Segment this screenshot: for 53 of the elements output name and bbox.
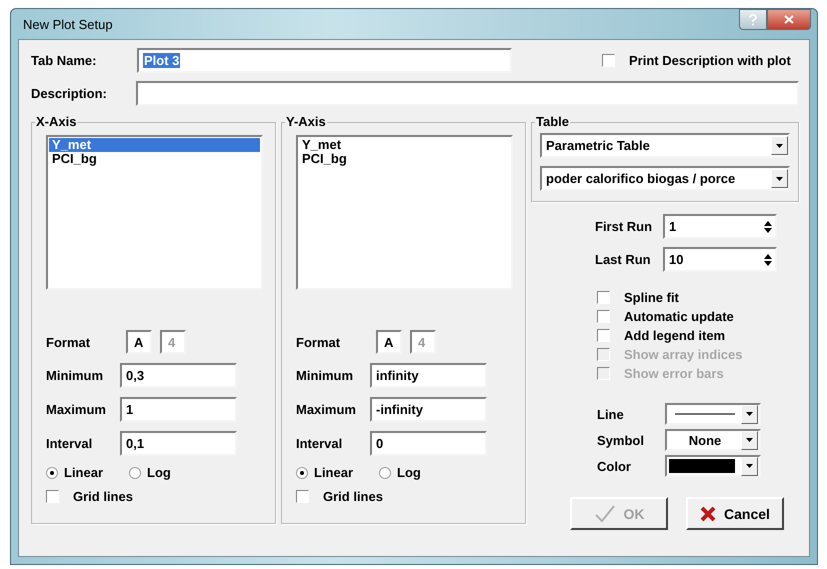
field-label: Symbol: [597, 432, 645, 448]
input-field[interactable]: 0: [370, 431, 487, 456]
dropdown[interactable]: poder calorifico biogas / porce: [540, 166, 790, 191]
list-item[interactable]: Y_met: [299, 138, 510, 152]
input-field[interactable]: 0,3: [120, 363, 237, 388]
radio-label: Log: [147, 465, 171, 480]
checkbox-label: Show error bars: [624, 366, 724, 381]
field-label: First Run: [595, 219, 654, 234]
format-field[interactable]: A: [126, 330, 152, 354]
field-label: Minimum: [296, 368, 354, 383]
field-label: Maximum: [46, 402, 107, 417]
checkbox-label: Grid lines: [323, 489, 383, 504]
list-item[interactable]: Y_met: [49, 138, 260, 152]
checkbox-label: Print Description with plot: [629, 53, 791, 68]
variable-list[interactable]: Y_met PCI_bg: [296, 135, 513, 290]
input-field[interactable]: 0,1: [120, 431, 237, 456]
checkbox-label: Show array indices: [624, 347, 742, 362]
field-label: Format: [46, 334, 92, 350]
radio-label: Linear: [64, 465, 104, 480]
field-label: Description:: [31, 86, 108, 101]
window-title: New Plot Setup: [23, 16, 114, 32]
radio-label: Linear: [314, 465, 354, 480]
group-title: X-Axis: [35, 114, 78, 129]
list-item[interactable]: PCI_bg: [299, 152, 510, 166]
checkbox-label: Automatic update: [624, 309, 734, 324]
checkbox-label: Spline fit: [624, 290, 679, 305]
spin-field[interactable]: 1: [663, 214, 777, 239]
symbol-dropdown[interactable]: None: [665, 429, 761, 451]
field-label: Format: [296, 334, 342, 350]
field-text: Plot 3: [143, 53, 180, 68]
variable-list[interactable]: Y_met PCI_bg: [46, 135, 263, 290]
group-title: Y-Axis: [285, 114, 327, 129]
field-label: Interval: [296, 436, 344, 451]
field-label: Tab Name:: [31, 53, 98, 68]
radio-label: Log: [397, 465, 421, 480]
spin-field[interactable]: 10: [663, 247, 777, 272]
input-field[interactable]: Plot 3: [137, 48, 512, 73]
input-field[interactable]: -infinity: [370, 397, 487, 422]
field-label: Line: [597, 406, 625, 422]
input-field[interactable]: infinity: [370, 363, 487, 388]
dropdown[interactable]: Parametric Table: [540, 133, 790, 158]
checkbox-label: Grid lines: [73, 489, 133, 504]
list-item[interactable]: PCI_bg: [49, 152, 260, 166]
field-label: Interval: [46, 436, 94, 451]
field-label: Color: [597, 458, 632, 474]
field-label: Maximum: [296, 402, 357, 417]
cancel-button[interactable]: Cancel: [686, 497, 784, 530]
field-label: Last Run: [595, 252, 652, 267]
field-label: Minimum: [46, 368, 104, 383]
checkbox-label: Add legend item: [624, 328, 726, 343]
group-title: Table: [535, 114, 570, 129]
input-field[interactable]: 1: [120, 397, 237, 422]
format-field[interactable]: A: [376, 330, 402, 354]
